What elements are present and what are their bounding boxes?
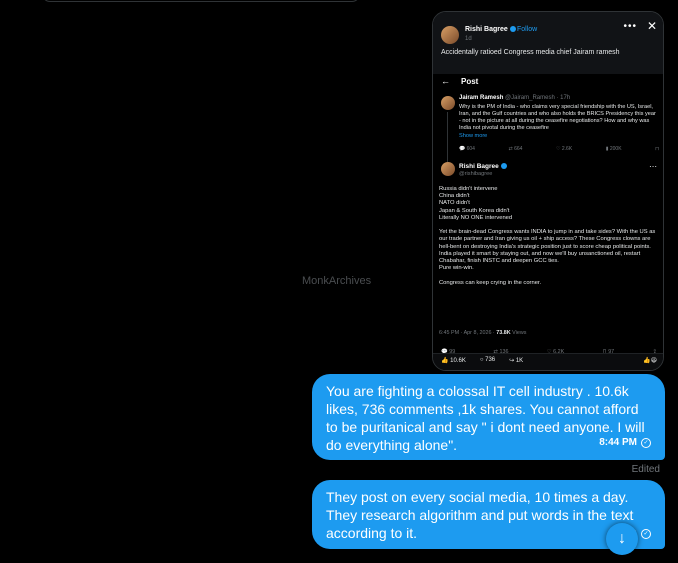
author-name: Rishi Bagree: [465, 26, 516, 33]
edited-label: Edited: [631, 464, 660, 475]
verified-icon: [509, 26, 516, 33]
share-stat: ↪ 1K: [509, 358, 524, 364]
quoted-author: Jairam Ramesh @Jairam_Ramesh · 17h: [459, 95, 571, 101]
attached-screenshot[interactable]: Rishi Bagree Follow 1d ••• ✕ Accidentall…: [432, 11, 664, 371]
reply-author: Rishi Bagree: [459, 163, 507, 170]
reply-menu-icon: ⋯: [649, 162, 657, 171]
post-meta: 1d: [465, 36, 472, 42]
sent-check-icon: ✓: [641, 529, 651, 539]
reaction-icons: 👍😆: [643, 358, 657, 364]
sent-check-icon: ✓: [641, 438, 651, 448]
quoted-avatar: [441, 96, 455, 110]
follow-link: Follow: [517, 26, 538, 33]
arrow-down-icon: ↓: [618, 530, 626, 547]
back-arrow-icon: ←: [441, 76, 450, 86]
message-time: 8:44 PM ✓: [599, 434, 651, 452]
avatar: [441, 26, 459, 44]
message-bubble[interactable]: You are fighting a colossal IT cell indu…: [312, 374, 665, 460]
top-card-edge: [42, 0, 360, 2]
comment-stat: ○ 736: [479, 357, 496, 363]
message-text: They post on every social media, 10 time…: [326, 489, 634, 541]
like-stat: 👍 10.6K: [441, 358, 466, 364]
reply-count: 💬 604: [459, 146, 475, 152]
close-icon: ✕: [646, 19, 657, 33]
scroll-to-bottom-button[interactable]: ↓: [606, 523, 638, 555]
screenshot-caption: Accidentally ratioed Congress media chie…: [441, 49, 620, 56]
reply-body: Russia didn't intervene China didn't NAT…: [439, 186, 656, 286]
quoted-text: Why is the PM of India - who claims very…: [459, 104, 656, 131]
reply-timestamp: 6:45 PM · Apr 8, 2026 · 73.8K Views: [439, 330, 527, 336]
view-count: ▮ 200K: [605, 146, 622, 152]
bookmark-icon: ⊓: [655, 146, 659, 152]
quoted-actions: 💬 604 ⇄ 664 ♡ 2.6K ▮ 200K ⊓: [459, 146, 659, 152]
reply-handle: @rishibagree: [459, 171, 493, 177]
like-count: ♡ 2.6K: [556, 146, 573, 152]
thread-line: [447, 112, 448, 162]
reply-avatar: [441, 162, 455, 176]
screenshot-header: Rishi Bagree Follow 1d ••• ✕ Accidentall…: [433, 12, 663, 74]
screenshot-footer: 👍 10.6K ○ 736 ↪ 1K 👍😆: [433, 353, 663, 370]
more-icon: •••: [623, 21, 637, 32]
watermark: MonkArchives: [302, 275, 372, 287]
repost-count: ⇄ 664: [508, 146, 523, 152]
show-more-link: Show more: [459, 133, 488, 139]
post-header: ← Post: [433, 74, 663, 90]
verified-icon: [500, 163, 507, 170]
post-title: Post: [461, 77, 479, 86]
